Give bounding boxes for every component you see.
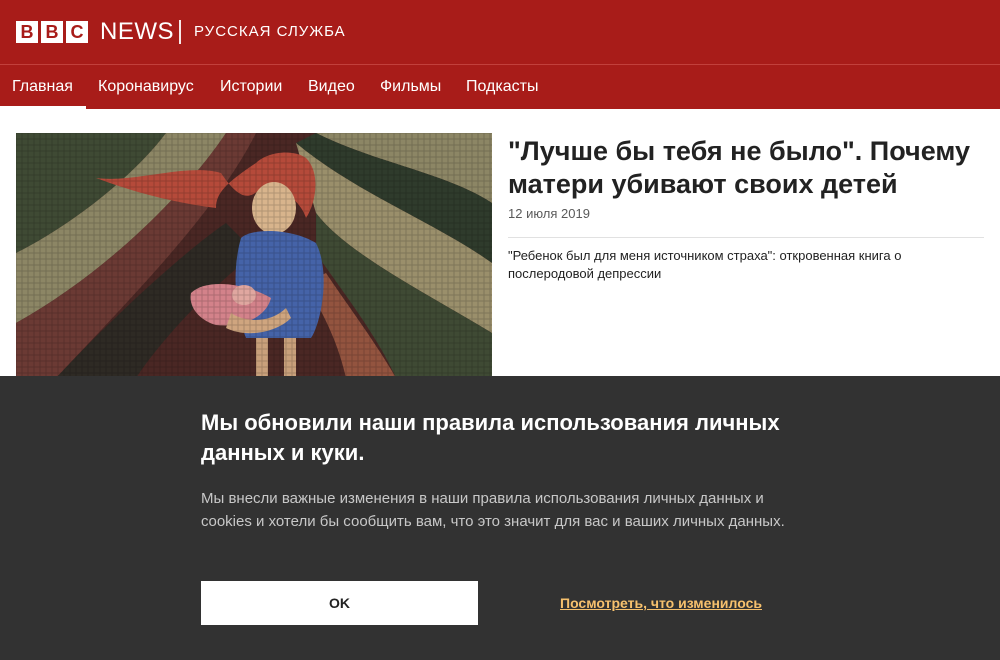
bbc-logo-letter: C — [66, 21, 88, 43]
main-navigation: Главная Коронавирус Истории Видео Фильмы… — [0, 65, 1000, 109]
brand-divider — [179, 20, 181, 44]
news-wordmark[interactable]: NEWS — [100, 18, 174, 46]
nav-item-films[interactable]: Фильмы — [380, 65, 441, 109]
article-hero-image[interactable] — [16, 133, 492, 378]
ok-button[interactable]: OK — [201, 581, 478, 625]
nav-item-stories[interactable]: Истории — [220, 65, 282, 109]
article-date: 12 июля 2019 — [508, 206, 590, 221]
divider — [508, 237, 984, 238]
mosaic-illustration — [16, 133, 492, 378]
nav-item-podcasts[interactable]: Подкасты — [466, 65, 538, 109]
cookie-banner-title: Мы обновили наши правила использования л… — [201, 410, 780, 465]
see-changes-link[interactable]: Посмотреть, что изменилось — [560, 595, 762, 611]
service-name[interactable]: РУССКАЯ СЛУЖБА — [194, 23, 346, 40]
cookie-consent-banner: Мы обновили наши правила использования л… — [0, 376, 1000, 660]
related-article-link[interactable]: "Ребенок был для меня источником страха"… — [508, 247, 948, 283]
cookie-banner-text: Мы внесли важные изменения в наши правил… — [201, 490, 785, 530]
bbc-logo-letter: B — [41, 21, 63, 43]
nav-item-home[interactable]: Главная — [0, 65, 85, 109]
active-nav-underline — [0, 106, 86, 109]
masthead: B B C NEWS РУССКАЯ СЛУЖБА — [0, 0, 1000, 64]
bbc-logo-letter: B — [16, 21, 38, 43]
nav-item-coronavirus[interactable]: Коронавирус — [98, 65, 194, 109]
nav-item-video[interactable]: Видео — [308, 65, 355, 109]
bbc-logo[interactable]: B B C — [16, 21, 88, 43]
article-headline[interactable]: "Лучше бы тебя не было". Почему матери у… — [508, 135, 978, 201]
